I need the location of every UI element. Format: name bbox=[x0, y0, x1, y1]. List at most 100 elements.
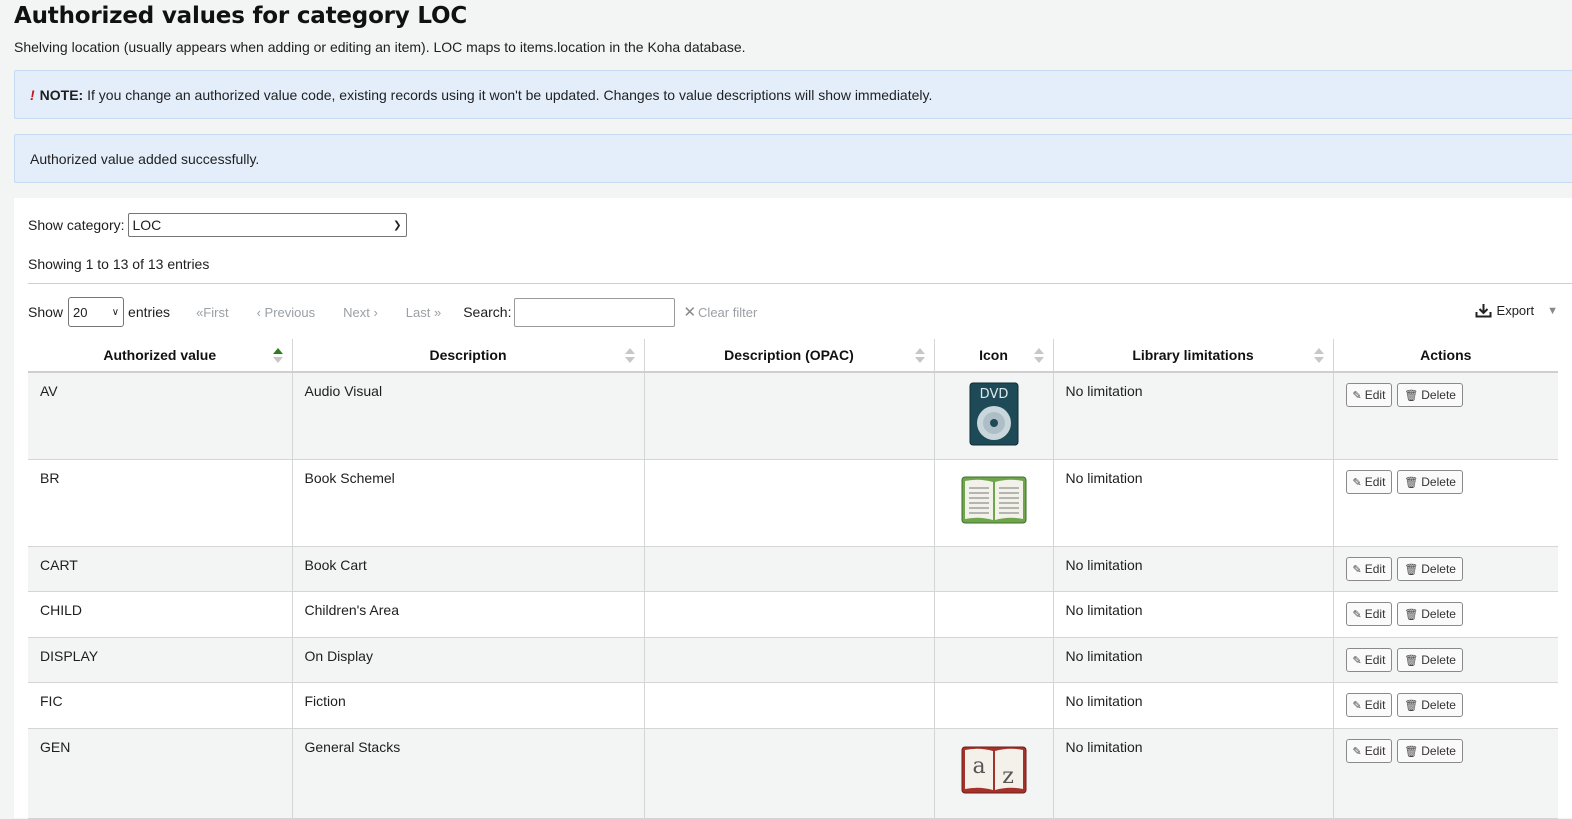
trash-icon: 🗑 bbox=[1404, 389, 1419, 402]
sort-icon bbox=[914, 348, 925, 363]
edit-button[interactable]: ✎ Edit bbox=[1345, 693, 1393, 717]
entries-label: entries bbox=[128, 304, 171, 320]
edit-button[interactable]: ✎ Edit bbox=[1345, 648, 1393, 672]
icon-cell bbox=[933, 682, 1053, 729]
icon-cell bbox=[933, 637, 1053, 683]
actions-cell: ✎ Edit 🗑 Delete bbox=[1332, 728, 1558, 819]
column-header-description-opac[interactable]: Description (OPAC) bbox=[643, 339, 934, 373]
table-row: CART Book Cart No limitation ✎ Edit 🗑 Dele… bbox=[28, 546, 1558, 592]
authorized-values-table: Authorized value Description Description… bbox=[28, 339, 1558, 819]
library-limitations-cell: No limitation bbox=[1052, 372, 1333, 460]
authorized-value-cell: CART bbox=[28, 546, 292, 592]
column-header-actions: Actions bbox=[1332, 339, 1558, 373]
first-page-button[interactable]: «First bbox=[196, 305, 229, 320]
last-page-button[interactable]: Last » bbox=[406, 305, 441, 320]
note-text: If you change an authorized value code, … bbox=[83, 87, 933, 103]
page-title: Authorized values for category LOC bbox=[14, 3, 468, 29]
column-header-authorized-value[interactable]: Authorized value bbox=[28, 339, 292, 373]
edit-button[interactable]: ✎ Edit bbox=[1345, 602, 1393, 626]
search-input[interactable] bbox=[514, 297, 676, 327]
description-cell: General Stacks bbox=[291, 728, 644, 819]
description-opac-cell bbox=[643, 637, 934, 683]
table-row: FIC Fiction No limitation ✎ Edit 🗑 Delete bbox=[28, 682, 1558, 729]
table-row: CHILD Children's Area No limitation ✎ Edi… bbox=[28, 591, 1558, 638]
edit-button[interactable]: ✎ Edit bbox=[1345, 557, 1393, 581]
clear-filter-button[interactable]: ✕ Clear filter bbox=[683, 303, 757, 321]
next-page-button[interactable]: Next › bbox=[343, 305, 378, 320]
table-toolbar: Show 20 ∨ entries «First ‹ Previous Next… bbox=[28, 297, 1558, 327]
note-alert: ! NOTE: If you change an authorized value… bbox=[14, 70, 1572, 119]
library-limitations-cell: No limitation bbox=[1052, 546, 1333, 592]
table-row: GEN General Stacks a z No limitation ✎ E… bbox=[28, 728, 1558, 819]
column-header-icon[interactable]: Icon bbox=[933, 339, 1053, 373]
column-header-description[interactable]: Description bbox=[291, 339, 644, 373]
page-subtitle: Shelving location (usually appears when … bbox=[14, 39, 746, 55]
actions-cell: ✎ Edit 🗑 Delete bbox=[1332, 546, 1558, 592]
sort-icon bbox=[1313, 348, 1324, 363]
caret-down-icon: ▼ bbox=[1547, 304, 1558, 317]
library-limitations-cell: No limitation bbox=[1052, 459, 1333, 547]
chevron-left-icon: ‹ bbox=[256, 304, 265, 320]
note-label: NOTE: bbox=[39, 87, 84, 103]
trash-icon: 🗑 bbox=[1404, 563, 1419, 576]
edit-button[interactable]: ✎ Edit bbox=[1345, 739, 1393, 763]
delete-button[interactable]: 🗑 Delete bbox=[1397, 470, 1463, 494]
success-alert: Authorized value added successfully. bbox=[14, 134, 1572, 183]
page-length-select[interactable]: 20 ∨ bbox=[68, 297, 125, 327]
dvd-icon: DVD bbox=[969, 382, 1018, 446]
description-cell: Book Cart bbox=[291, 546, 644, 592]
pencil-icon: ✎ bbox=[1352, 699, 1362, 712]
edit-button[interactable]: ✎ Edit bbox=[1345, 470, 1393, 494]
authorized-value-cell: CHILD bbox=[28, 591, 292, 638]
column-header-library-limitations[interactable]: Library limitations bbox=[1052, 339, 1333, 373]
pencil-icon: ✎ bbox=[1352, 476, 1362, 489]
trash-icon: 🗑 bbox=[1404, 608, 1419, 621]
actions-cell: ✎ Edit 🗑 Delete bbox=[1332, 637, 1558, 683]
trash-icon: 🗑 bbox=[1404, 476, 1419, 489]
delete-button[interactable]: 🗑 Delete bbox=[1397, 693, 1463, 717]
description-cell: Children's Area bbox=[291, 591, 644, 638]
delete-button[interactable]: 🗑 Delete bbox=[1397, 648, 1463, 672]
icon-cell bbox=[933, 546, 1053, 592]
category-filter: Show category: LOC ❯ bbox=[28, 213, 407, 237]
table-row: AV Audio Visual DVD No limitation ✎ Edit… bbox=[28, 372, 1558, 460]
delete-button[interactable]: 🗑 Delete bbox=[1397, 602, 1463, 626]
chevron-down-icon: ∨ bbox=[111, 306, 120, 318]
description-cell: On Display bbox=[291, 637, 644, 683]
icon-cell bbox=[933, 459, 1053, 547]
chevron-down-icon: ❯ bbox=[393, 219, 402, 231]
icon-cell: a z bbox=[933, 728, 1053, 819]
export-label: Export bbox=[1496, 303, 1535, 318]
dictionary-icon: a z bbox=[961, 746, 1026, 794]
sort-icon bbox=[624, 348, 635, 363]
actions-cell: ✎ Edit 🗑 Delete bbox=[1332, 459, 1558, 547]
download-icon bbox=[1475, 304, 1492, 318]
library-limitations-cell: No limitation bbox=[1052, 728, 1333, 819]
authorized-value-cell: GEN bbox=[28, 728, 292, 819]
edit-button[interactable]: ✎ Edit bbox=[1345, 383, 1393, 407]
description-opac-cell bbox=[643, 546, 934, 592]
delete-button[interactable]: 🗑 Delete bbox=[1397, 557, 1463, 581]
table-info: Showing 1 to 13 of 13 entries bbox=[28, 256, 210, 272]
authorized-value-cell: AV bbox=[28, 372, 292, 460]
exclamation-icon: ! bbox=[30, 87, 35, 103]
delete-button[interactable]: 🗑 Delete bbox=[1397, 739, 1463, 763]
authorized-value-cell: FIC bbox=[28, 682, 292, 729]
svg-text:z: z bbox=[1002, 764, 1014, 789]
table-header-row: Authorized value Description Description… bbox=[28, 339, 1558, 373]
description-cell: Fiction bbox=[291, 682, 644, 729]
actions-cell: ✎ Edit 🗑 Delete bbox=[1332, 591, 1558, 638]
category-select[interactable]: LOC ❯ bbox=[127, 213, 407, 237]
library-limitations-cell: No limitation bbox=[1052, 637, 1333, 683]
previous-page-button[interactable]: ‹ Previous bbox=[257, 305, 316, 320]
export-button[interactable]: Export ▼ bbox=[1475, 303, 1558, 318]
values-panel: Show category: LOC ❯ Showing 1 to 13 of … bbox=[14, 198, 1572, 819]
show-label: Show bbox=[28, 304, 64, 320]
description-opac-cell bbox=[643, 591, 934, 638]
page: Authorized values for category LOC Shelv… bbox=[0, 0, 1572, 819]
svg-text:DVD: DVD bbox=[979, 387, 1008, 402]
delete-button[interactable]: 🗑 Delete bbox=[1397, 383, 1463, 407]
description-cell: Audio Visual bbox=[291, 372, 644, 460]
description-cell: Book Schemel bbox=[291, 459, 644, 547]
actions-cell: ✎ Edit 🗑 Delete bbox=[1332, 372, 1558, 460]
